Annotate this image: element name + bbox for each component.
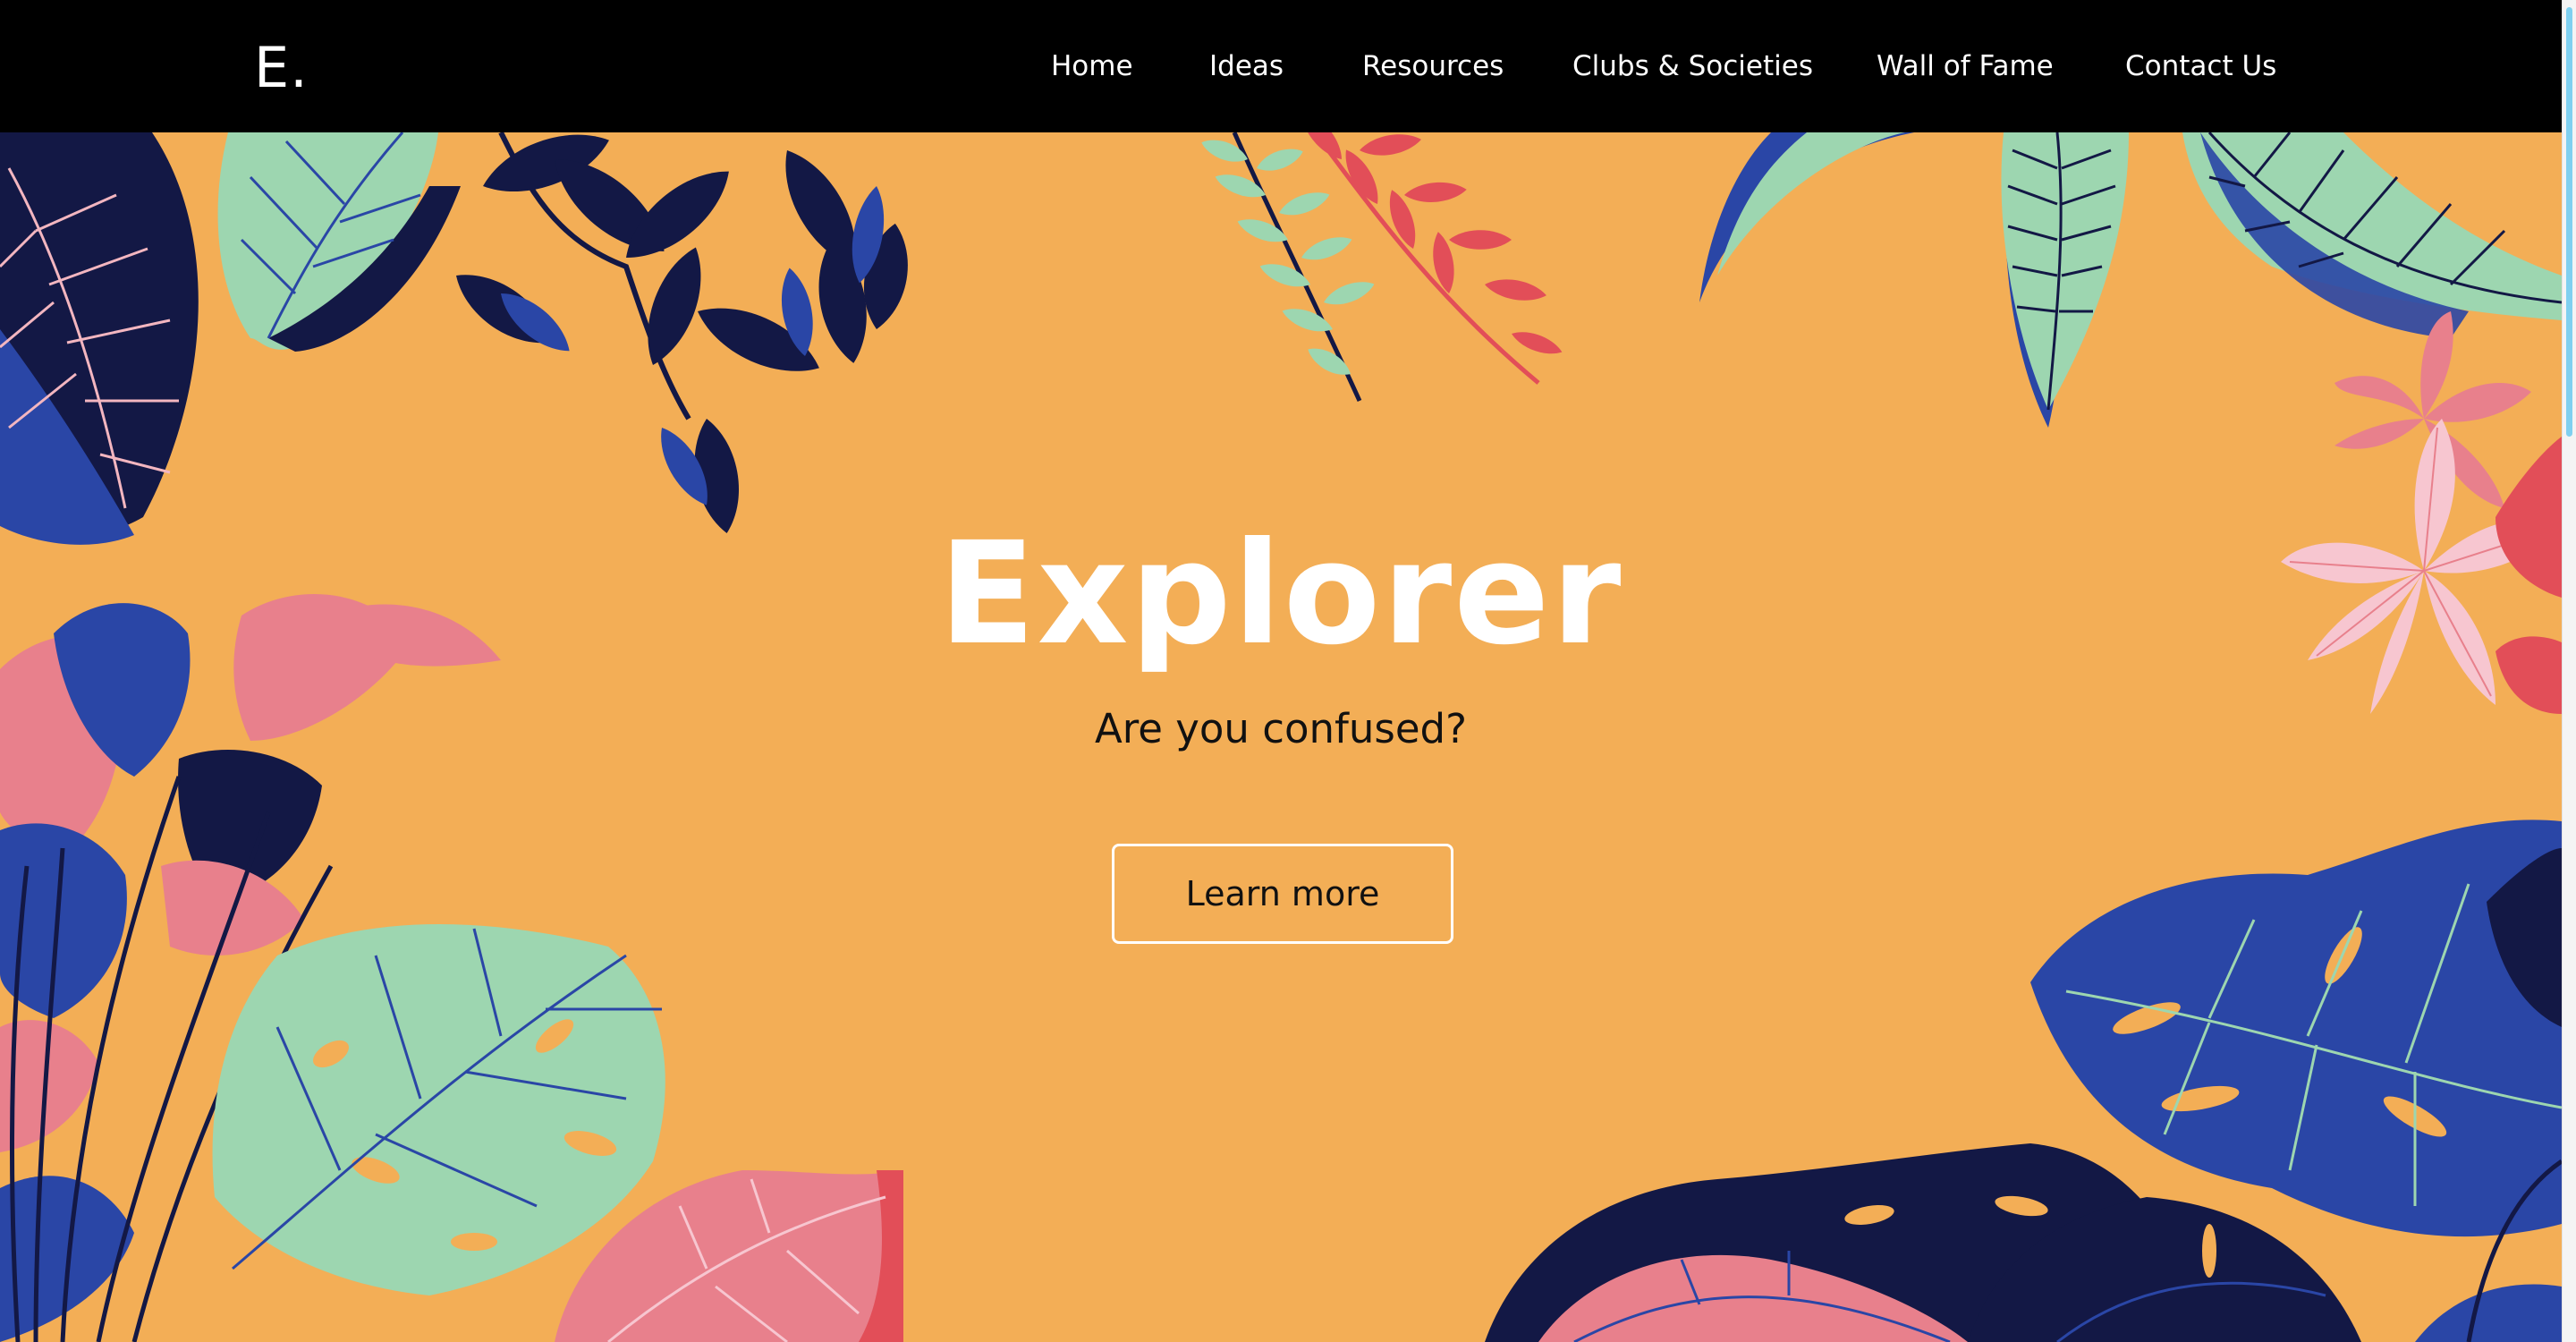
nav-link-contact-us[interactable]: Contact Us — [2125, 48, 2276, 84]
hanging-navy-leaves — [444, 132, 916, 538]
fern-sprigs-top-center — [1198, 132, 1565, 403]
nav-link-resources[interactable]: Resources — [1362, 48, 1504, 84]
mint-leaf-top-left — [217, 132, 461, 352]
vertical-scrollbar[interactable] — [2562, 0, 2576, 1342]
nav-link-home[interactable]: Home — [1051, 48, 1133, 84]
scrollbar-thumb[interactable] — [2566, 7, 2572, 437]
bottom-right-monstera — [1485, 820, 2562, 1342]
hero-section: Explorer Are you confused? Learn more — [0, 132, 2562, 1342]
top-left-dark-leaves — [0, 132, 199, 545]
hero-subtitle: Are you confused? — [1094, 705, 1467, 752]
nav-link-clubs-societies[interactable]: Clubs & Societies — [1572, 48, 1813, 84]
learn-more-button[interactable]: Learn more — [1112, 844, 1453, 944]
nav-link-wall-of-fame[interactable]: Wall of Fame — [1877, 48, 2054, 84]
top-navbar: E. Home Ideas Resources Clubs & Societie… — [0, 0, 2562, 132]
site-logo[interactable]: E. — [254, 32, 309, 104]
hero-title: Explorer — [938, 511, 1623, 676]
nav-link-ideas[interactable]: Ideas — [1209, 48, 1284, 84]
